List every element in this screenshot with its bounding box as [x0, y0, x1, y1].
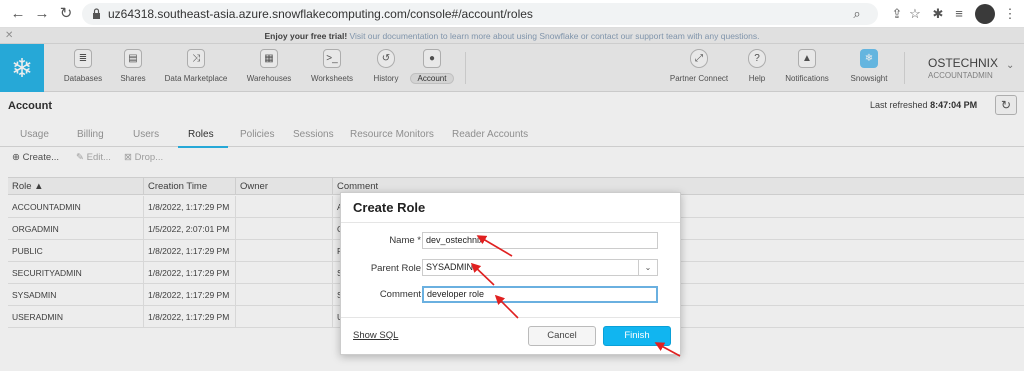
- comment-label: Comment: [379, 289, 421, 300]
- reading-list-icon[interactable]: ≡: [950, 5, 968, 23]
- extensions-icon[interactable]: ✱: [929, 5, 947, 23]
- star-icon[interactable]: ☆: [906, 5, 924, 23]
- finish-button[interactable]: Finish: [603, 326, 671, 346]
- lock-icon: [93, 8, 100, 19]
- cancel-button[interactable]: Cancel: [528, 326, 596, 346]
- share-icon[interactable]: ⇪: [888, 5, 906, 23]
- name-label: Name *: [389, 235, 421, 246]
- url-text: uz64318.southeast-asia.azure.snowflakeco…: [108, 7, 533, 21]
- comment-input[interactable]: developer role: [422, 286, 658, 303]
- show-sql-link[interactable]: Show SQL: [353, 330, 398, 341]
- profile-avatar[interactable]: [975, 4, 995, 24]
- create-role-dialog: Create Role Name * dev_ostechnix Parent …: [340, 192, 681, 355]
- dialog-title: Create Role: [353, 200, 426, 215]
- address-bar[interactable]: uz64318.southeast-asia.azure.snowflakeco…: [82, 3, 878, 25]
- parent-role-label: Parent Role: [370, 263, 421, 274]
- zoom-icon[interactable]: ⌕: [848, 5, 866, 23]
- reload-icon[interactable]: ↻: [56, 4, 76, 24]
- chevron-down-icon[interactable]: ⌄: [638, 260, 657, 275]
- forward-icon[interactable]: →: [32, 4, 52, 24]
- parent-role-select[interactable]: SYSADMIN ⌄: [422, 259, 658, 276]
- divider: [341, 222, 680, 223]
- parent-role-value: SYSADMIN: [426, 262, 474, 272]
- divider: [341, 317, 680, 318]
- role-name-input[interactable]: dev_ostechnix: [422, 232, 658, 249]
- back-icon[interactable]: ←: [8, 4, 28, 24]
- browser-chrome: ← → ↻ uz64318.southeast-asia.azure.snowf…: [0, 0, 1024, 28]
- menu-dots-icon[interactable]: ⋮: [1001, 5, 1019, 23]
